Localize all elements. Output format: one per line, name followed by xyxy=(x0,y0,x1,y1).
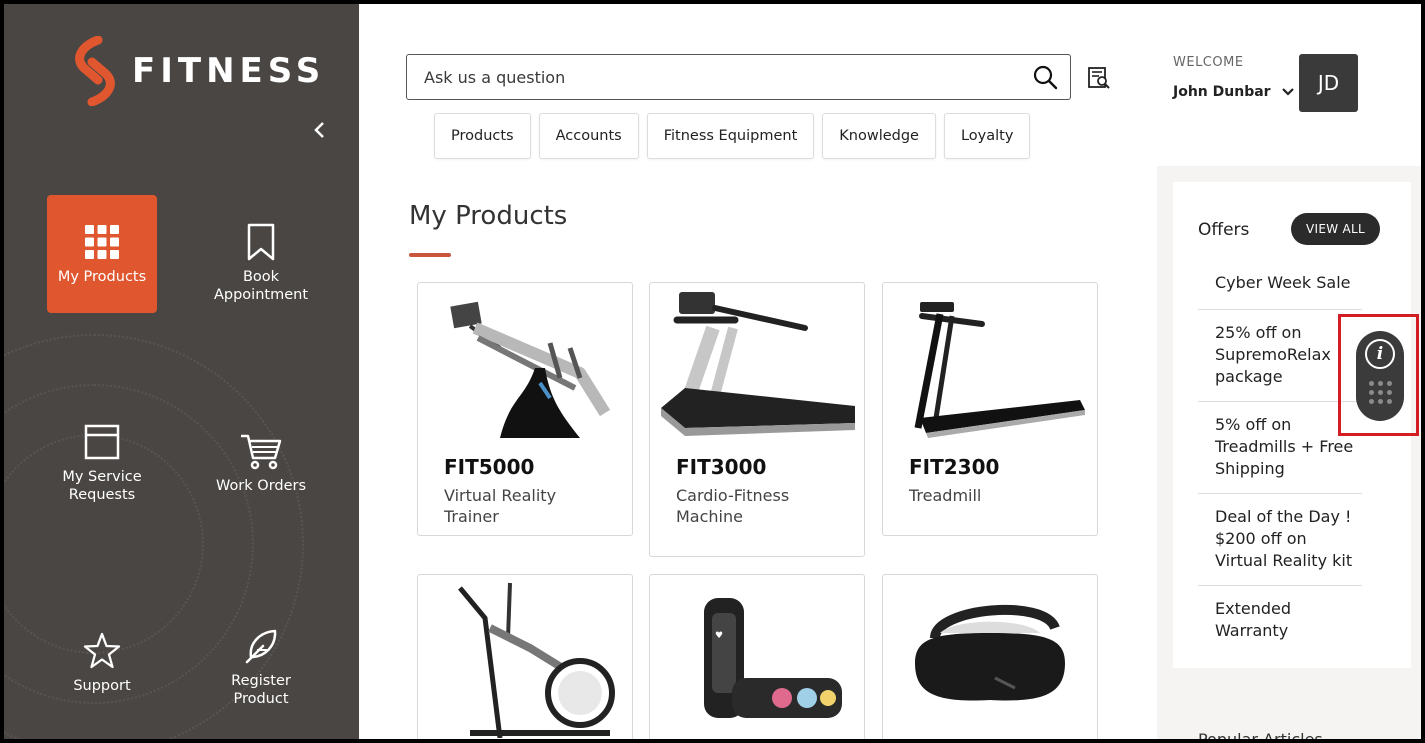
sidebar-item-label: Work Orders xyxy=(215,478,307,494)
apps-grid-icon[interactable] xyxy=(1368,381,1392,404)
sidebar-item-my-service-requests[interactable]: My Service Requests xyxy=(47,404,157,522)
sidebar-item-label: Register Product xyxy=(231,673,291,707)
sidebar-item-label: My Service Requests xyxy=(62,469,142,503)
offer-item[interactable]: Cyber Week Sale xyxy=(1198,272,1362,310)
elliptical-image xyxy=(458,582,615,738)
product-code: FIT5000 xyxy=(444,455,535,479)
product-card-fit2300[interactable]: FIT2300 Treadmill xyxy=(882,282,1098,536)
bookmark-icon xyxy=(247,223,275,261)
product-card[interactable] xyxy=(417,574,633,739)
chip-loyalty[interactable]: Loyalty xyxy=(943,113,1031,159)
sidebar: FITNESS My Products Book Appointment My … xyxy=(4,4,359,739)
sidebar-item-label: Support xyxy=(73,678,131,694)
offers-title: Offers xyxy=(1198,220,1250,240)
offer-item[interactable]: Extended Warranty xyxy=(1198,598,1362,658)
app-window: FITNESS My Products Book Appointment My … xyxy=(4,4,1421,739)
info-icon[interactable]: i xyxy=(1365,339,1395,369)
search-bar xyxy=(406,54,1071,100)
vr-headset-image xyxy=(915,604,1065,701)
view-all-button[interactable]: VIEW ALL xyxy=(1291,213,1380,245)
product-image xyxy=(883,575,1097,739)
product-image xyxy=(883,283,1097,453)
offer-item[interactable]: Deal of the Day ! $200 off on Virtual Re… xyxy=(1198,506,1362,586)
product-description: Virtual Reality Trainer xyxy=(444,486,557,526)
brand-logo[interactable]: FITNESS xyxy=(68,36,325,106)
chip-fitness-equipment[interactable]: Fitness Equipment xyxy=(646,113,815,159)
window-icon xyxy=(84,424,120,460)
chip-products[interactable]: Products xyxy=(434,113,531,159)
page-title: My Products xyxy=(409,201,568,231)
product-card-fit3000[interactable]: FIT3000 Cardio-Fitness Machine xyxy=(649,282,865,557)
svg-text:♥: ♥ xyxy=(715,631,723,641)
product-card[interactable]: ♥ xyxy=(649,574,865,739)
document-search-icon[interactable] xyxy=(1087,66,1111,90)
search-icon[interactable] xyxy=(1032,64,1058,90)
welcome-label: WELCOME xyxy=(1173,55,1244,70)
product-card-fit5000[interactable]: FIT5000 Virtual Reality Trainer xyxy=(417,282,633,536)
product-image xyxy=(418,283,632,453)
treadmill-image xyxy=(914,302,1085,438)
sidebar-item-label: My Products xyxy=(57,269,147,285)
product-image xyxy=(418,575,632,739)
chevron-left-icon xyxy=(314,122,324,138)
product-code: FIT2300 xyxy=(909,455,1000,479)
chip-accounts[interactable]: Accounts xyxy=(538,113,639,159)
sidebar-item-book-appointment[interactable]: Book Appointment xyxy=(206,204,316,322)
smartwatch-image: ♥ xyxy=(704,598,842,718)
collapse-sidebar-button[interactable] xyxy=(309,116,329,144)
logo-mark-icon xyxy=(75,36,115,106)
popular-articles-heading: Popular Articles xyxy=(1198,730,1323,739)
title-underline xyxy=(409,253,451,257)
avatar[interactable]: JD xyxy=(1299,54,1358,112)
sidebar-item-support[interactable]: Support xyxy=(47,604,157,722)
user-menu[interactable]: John Dunbar xyxy=(1173,84,1295,100)
cart-icon xyxy=(241,434,282,470)
sidebar-item-label: Book Appointment xyxy=(213,269,309,303)
chevron-down-icon xyxy=(1281,88,1294,96)
feather-icon xyxy=(245,629,277,664)
floating-assist-widget[interactable]: i xyxy=(1356,331,1404,421)
star-icon xyxy=(83,632,121,669)
grid-icon xyxy=(85,225,119,259)
product-image xyxy=(650,283,864,453)
search-input[interactable] xyxy=(424,67,1032,87)
product-description: Treadmill xyxy=(909,486,982,505)
sidebar-item-work-orders[interactable]: Work Orders xyxy=(206,404,316,522)
vr-trainer-image xyxy=(450,301,611,438)
user-name: John Dunbar xyxy=(1173,84,1271,100)
chip-knowledge[interactable]: Knowledge xyxy=(822,113,936,159)
treadmill-image xyxy=(660,292,855,436)
sidebar-item-my-products[interactable]: My Products xyxy=(47,195,157,313)
brand-name: FITNESS xyxy=(132,51,326,91)
sidebar-item-register-product[interactable]: Register Product xyxy=(206,608,316,726)
product-card[interactable] xyxy=(882,574,1098,739)
product-image: ♥ xyxy=(650,575,864,739)
product-description: Cardio-Fitness Machine xyxy=(676,486,790,526)
product-code: FIT3000 xyxy=(676,455,767,479)
quick-filter-chips: Products Accounts Fitness Equipment Know… xyxy=(434,113,1031,159)
